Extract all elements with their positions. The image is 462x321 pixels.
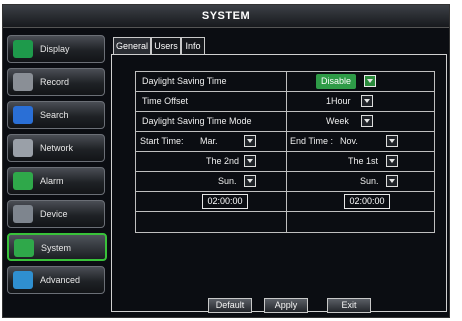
dst-settings-table: Daylight Saving Time Disable Time Offset… (135, 71, 435, 233)
start-day-value[interactable]: Sun. (218, 176, 237, 186)
tab-info[interactable]: Info (181, 37, 205, 54)
sidebar-item-network[interactable]: Network (7, 134, 105, 162)
table-row: The 2nd The 1st (136, 152, 434, 172)
start-week-value[interactable]: The 2nd (206, 156, 239, 166)
tab-general[interactable]: General (113, 37, 151, 54)
time-offset-value[interactable]: 1Hour (326, 96, 351, 106)
time-offset-label: Time Offset (142, 96, 189, 106)
search-icon (13, 106, 33, 124)
dst-dropdown-button[interactable] (364, 75, 376, 87)
end-day-value[interactable]: Sun. (360, 176, 379, 186)
sidebar-item-label: Alarm (40, 176, 64, 186)
end-time-label: End Time : (290, 136, 334, 146)
table-row: Time Offset 1Hour (136, 92, 434, 112)
record-icon (13, 73, 33, 91)
dst-label: Daylight Saving Time (142, 76, 227, 86)
sidebar-item-label: Advanced (40, 275, 81, 285)
table-row: Sun. Sun. (136, 172, 434, 192)
sidebar-item-system[interactable]: System (7, 233, 107, 261)
table-row: Start Time: Mar. End Time : Nov. (136, 132, 434, 152)
sidebar-item-alarm[interactable]: Alarm (7, 167, 105, 195)
exit-button[interactable]: Exit (327, 298, 371, 313)
end-time-input[interactable]: 02:00:00 (344, 194, 390, 209)
table-row: Daylight Saving Time Mode Week (136, 112, 434, 132)
sidebar-item-label: Network (40, 143, 74, 153)
window-title: SYSTEM (3, 5, 449, 28)
table-row: Daylight Saving Time Disable (136, 72, 434, 92)
start-month-dropdown-button[interactable] (244, 135, 256, 147)
time-offset-dropdown-button[interactable] (361, 95, 373, 107)
start-time-input[interactable]: 02:00:00 (202, 194, 248, 209)
start-day-dropdown-button[interactable] (244, 175, 256, 187)
sidebar-item-label: Device (40, 209, 68, 219)
table-row (136, 212, 434, 232)
alarm-icon (13, 172, 33, 190)
device-icon (13, 205, 33, 223)
apply-button[interactable]: Apply (264, 298, 308, 313)
tab-users[interactable]: Users (151, 37, 181, 54)
sidebar-item-label: System (41, 243, 72, 253)
end-day-dropdown-button[interactable] (386, 175, 398, 187)
sidebar-item-device[interactable]: Device (7, 200, 105, 228)
sidebar-item-record[interactable]: Record (7, 68, 105, 96)
default-button[interactable]: Default (208, 298, 252, 313)
sidebar-item-label: Display (40, 44, 70, 54)
sidebar-item-search[interactable]: Search (7, 101, 105, 129)
dst-value[interactable]: Disable (316, 74, 357, 89)
start-time-label: Start Time: (140, 136, 184, 146)
table-row: 02:00:00 02:00:00 (136, 192, 434, 212)
end-month-dropdown-button[interactable] (386, 135, 398, 147)
network-icon (13, 139, 33, 157)
dst-mode-label: Daylight Saving Time Mode (142, 116, 252, 126)
dst-mode-dropdown-button[interactable] (361, 115, 373, 127)
end-week-value[interactable]: The 1st (348, 156, 378, 166)
sidebar-item-label: Search (40, 110, 69, 120)
start-month-value[interactable]: Mar. (200, 136, 218, 146)
sidebar-item-advanced[interactable]: Advanced (7, 266, 105, 294)
end-month-value[interactable]: Nov. (340, 136, 358, 146)
dst-mode-value[interactable]: Week (326, 116, 349, 126)
advanced-icon (13, 271, 33, 289)
sidebar-item-display[interactable]: Display (7, 35, 105, 63)
start-week-dropdown-button[interactable] (244, 155, 256, 167)
sidebar-item-label: Record (40, 77, 70, 87)
end-week-dropdown-button[interactable] (386, 155, 398, 167)
system-window: SYSTEM Display Record Search Network Ala… (2, 4, 450, 318)
display-icon (13, 40, 33, 58)
system-icon (14, 239, 34, 257)
